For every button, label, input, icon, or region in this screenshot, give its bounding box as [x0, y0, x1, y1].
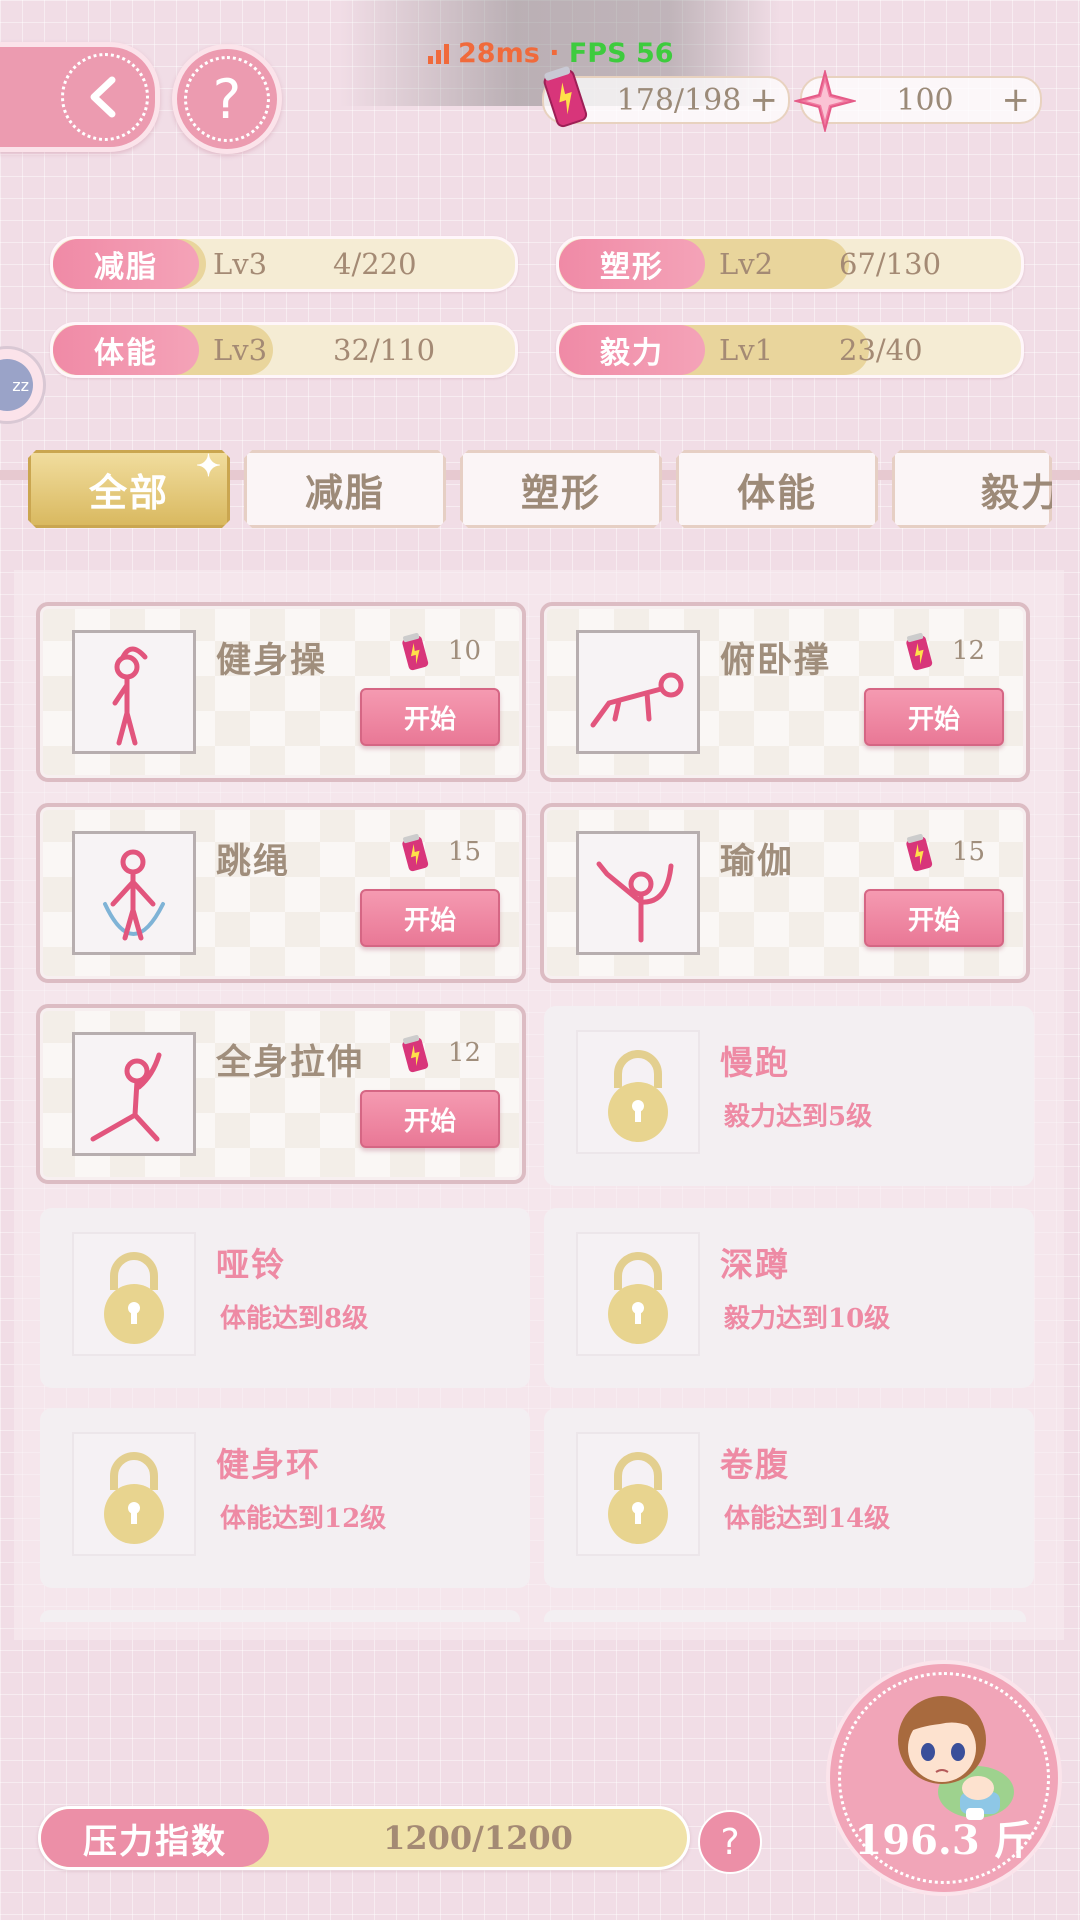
start-button[interactable]: 开始 [360, 688, 500, 746]
energy-can-icon [402, 833, 429, 872]
energy-can-icon [906, 833, 933, 872]
tab-stamina[interactable]: 体能 [676, 450, 878, 528]
tab-shaping[interactable]: 塑形 [460, 450, 662, 528]
back-arrow-icon [61, 53, 149, 141]
tab-fatloss[interactable]: 减脂 [244, 450, 446, 528]
character-avatar[interactable]: 196.3 斤 [826, 1660, 1062, 1896]
stress-index-bar: 压力指数 1200/1200 [38, 1806, 690, 1870]
stress-help-button[interactable]: ? [698, 1810, 762, 1874]
help-button[interactable]: ? [172, 44, 282, 154]
lock-icon [608, 1050, 668, 1142]
exercise-card-pushup: 俯卧撑 12 开始 [540, 602, 1030, 782]
sleep-icon[interactable]: zz [0, 346, 46, 424]
tab-all[interactable]: 全部 ✦ [28, 450, 230, 528]
add-energy-button[interactable]: + [750, 78, 779, 122]
start-button[interactable]: 开始 [360, 1090, 500, 1148]
start-button[interactable]: 开始 [864, 688, 1004, 746]
exercise-card-jogging-locked: 慢跑 毅力达到5级 [544, 1006, 1034, 1186]
add-gem-button[interactable]: + [1002, 78, 1031, 122]
energy-can-icon [543, 66, 588, 128]
exercise-card-squat-locked: 深蹲 毅力达到10级 [544, 1208, 1034, 1388]
back-button[interactable] [0, 42, 160, 152]
exercise-card-fitring-locked: 健身环 体能达到12级 [40, 1408, 530, 1588]
question-icon: ? [184, 56, 270, 142]
energy-can-icon [906, 632, 933, 671]
start-button[interactable]: 开始 [864, 889, 1004, 947]
exercise-card-aerobics: 健身操 10 开始 [36, 602, 526, 782]
lock-icon [608, 1252, 668, 1344]
stat-fatloss: 减脂 Lv3 4/220 [50, 236, 518, 292]
aerobics-figure-icon [72, 630, 196, 754]
character-portrait-icon [898, 1696, 1014, 1820]
tab-perseverance[interactable]: 毅力 [892, 450, 1052, 528]
stat-stamina: 体能 Lv3 32/110 [50, 322, 518, 378]
lock-icon [608, 1452, 668, 1544]
energy-can-icon [402, 1034, 429, 1073]
sparkle-icon: ✦ [195, 449, 223, 484]
exercise-card-yoga: 瑜伽 15 开始 [540, 803, 1030, 983]
stat-perseverance: 毅力 Lv1 23/40 [556, 322, 1024, 378]
weight-label: 196.3 斤 [854, 1817, 1034, 1864]
start-button[interactable]: 开始 [360, 889, 500, 947]
pink-star-gem-icon [794, 70, 856, 132]
energy-can-icon [402, 632, 429, 671]
lock-icon [104, 1452, 164, 1544]
exercise-card-crunch-locked: 卷腹 体能达到14级 [544, 1408, 1034, 1588]
yoga-figure-icon [576, 831, 700, 955]
lock-icon [104, 1252, 164, 1344]
stretch-figure-icon [72, 1032, 196, 1156]
stat-shaping: 塑形 Lv2 67/130 [556, 236, 1024, 292]
signal-bars-icon [428, 42, 452, 64]
list-item-partial [544, 1610, 1026, 1622]
exercise-card-stretch: 全身拉伸 12 开始 [36, 1004, 526, 1184]
list-item-partial [40, 1610, 520, 1622]
exercise-card-jumprope: 跳绳 15 开始 [36, 803, 526, 983]
jump-rope-figure-icon [72, 831, 196, 955]
pushup-figure-icon [576, 630, 700, 754]
exercise-card-dumbbell-locked: 哑铃 体能达到8级 [40, 1208, 530, 1388]
